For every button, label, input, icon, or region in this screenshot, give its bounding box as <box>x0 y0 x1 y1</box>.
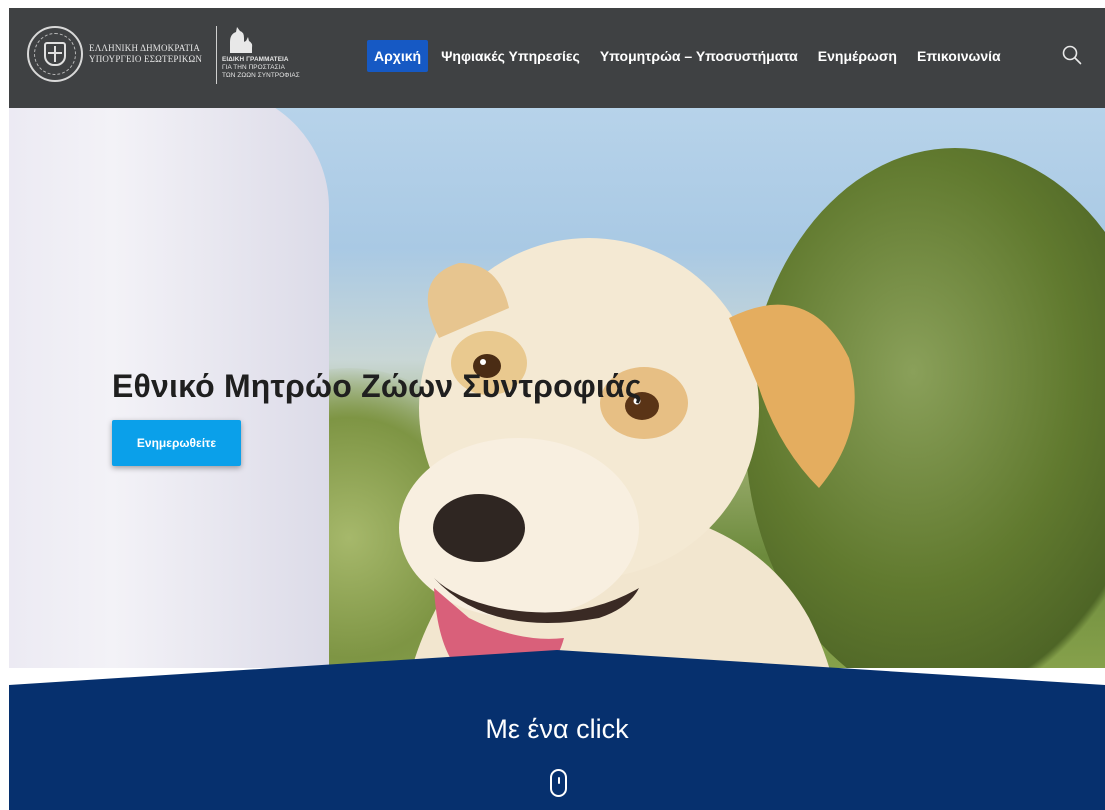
secretariat-logo-text: ΕΙΔΙΚΗ ΓΡΑΜΜΑΤΕΙΑ ΓΙΑ ΤΗΝ ΠΡΟΣΤΑΣΙΑ ΤΩΝ … <box>222 56 300 80</box>
ministry-logo-text: ΕΛΛΗΝΙΚΗ ΔΗΜΟΚΡΑΤΙΑ ΥΠΟΥΡΓΕΙΟ ΕΣΩΤΕΡΙΚΩΝ <box>89 43 202 65</box>
site-header: ΕΛΛΗΝΙΚΗ ΔΗΜΟΚΡΑΤΙΑ ΥΠΟΥΡΓΕΙΟ ΕΣΩΤΕΡΙΚΩΝ… <box>9 8 1105 108</box>
hero-title: Εθνικό Μητρώο Ζώων Συντροφιάς <box>112 368 642 404</box>
coat-of-arms-icon <box>27 26 83 82</box>
secretariat-line1: ΕΙΔΙΚΗ ΓΡΑΜΜΑΤΕΙΑ <box>222 56 289 63</box>
secretariat-line2: ΓΙΑ ΤΗΝ ΠΡΟΣΤΑΣΙΑ <box>222 64 285 71</box>
nav-item-subregistries[interactable]: Υπομητρώα – Υποσυστήματα <box>593 40 805 72</box>
gov-logo-line1: ΕΛΛΗΝΙΚΗ ΔΗΜΟΚΡΑΤΙΑ <box>89 43 201 53</box>
dog-photo-illustration <box>399 238 855 668</box>
secretariat-logo[interactable]: ΕΙΔΙΚΗ ΓΡΑΜΜΑΤΕΙΑ ΓΙΑ ΤΗΝ ΠΡΟΣΤΑΣΙΑ ΤΩΝ … <box>222 26 332 90</box>
hero-banner: Εθνικό Μητρώο Ζώων Συντροφιάς Ενημερωθεί… <box>9 108 1105 668</box>
nav-item-home[interactable]: Αρχική <box>367 40 429 72</box>
nav-item-digital-services[interactable]: Ψηφιακές Υπηρεσίες <box>434 40 587 72</box>
hellenic-republic-logo[interactable]: ΕΛΛΗΝΙΚΗ ΔΗΜΟΚΡΑΤΙΑ ΥΠΟΥΡΓΕΙΟ ΕΣΩΤΕΡΙΚΩΝ <box>27 26 202 82</box>
nav-item-news[interactable]: Ενημέρωση <box>811 40 904 72</box>
mouse-scroll-icon[interactable] <box>550 769 567 797</box>
logo-divider <box>216 26 217 84</box>
gov-logo-line2: ΥΠΟΥΡΓΕΙΟ ΕΣΩΤΕΡΙΚΩΝ <box>89 54 203 64</box>
page-frame: ΕΛΛΗΝΙΚΗ ΔΗΜΟΚΡΑΤΙΑ ΥΠΟΥΡΓΕΙΟ ΕΣΩΤΕΡΙΚΩΝ… <box>9 8 1105 810</box>
pets-silhouette-icon <box>230 27 253 53</box>
main-nav: Αρχική Ψηφιακές Υπηρεσίες Υπομητρώα – Υπ… <box>367 40 1014 72</box>
nav-item-contact[interactable]: Επικοινωνία <box>910 40 1008 72</box>
quick-access-title: Με ένα click <box>485 714 629 744</box>
secretariat-line3: ΤΩΝ ΖΩΩΝ ΣΥΝΤΡΟΦΙΑΣ <box>222 72 300 79</box>
learn-more-button[interactable]: Ενημερωθείτε <box>112 420 241 466</box>
search-icon[interactable] <box>1061 44 1083 66</box>
